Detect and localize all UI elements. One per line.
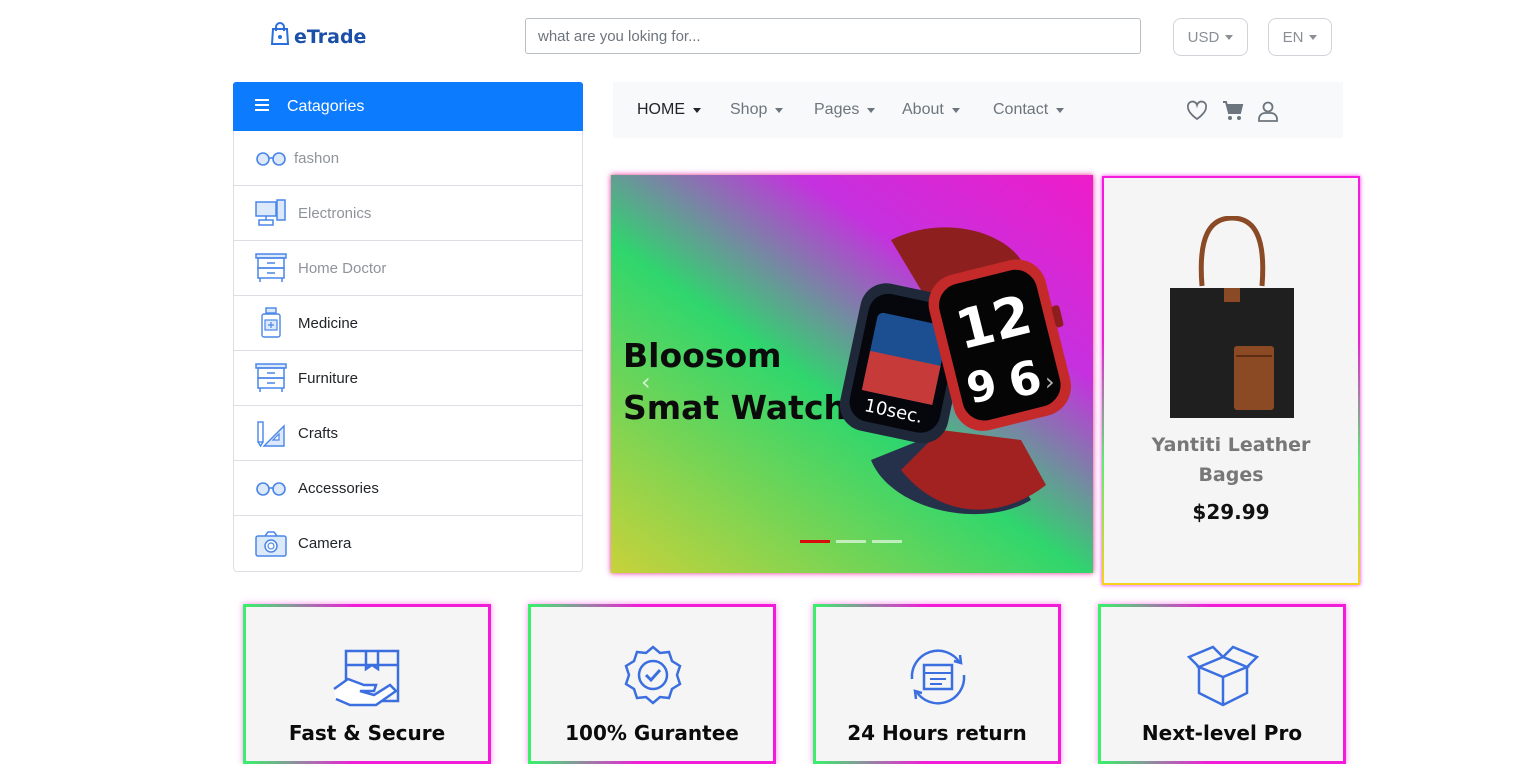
search-input[interactable] bbox=[525, 18, 1141, 54]
product-price: $29.99 bbox=[1192, 500, 1270, 524]
category-label: Crafts bbox=[298, 424, 339, 442]
chevron-down-icon bbox=[1309, 34, 1318, 40]
nav-label: Pages bbox=[814, 101, 860, 118]
category-item-camera[interactable]: Camera bbox=[234, 516, 582, 571]
category-label: Furniture bbox=[298, 369, 359, 387]
main-navbar: HOME Shop Pages About Contact bbox=[613, 82, 1343, 138]
feature-card-fast-secure: Fast & Secure bbox=[243, 604, 491, 764]
open-box-icon bbox=[1187, 645, 1259, 707]
hero-title-line1: Bloosom bbox=[623, 336, 782, 375]
product-name[interactable]: Yantiti Leather Bages bbox=[1104, 430, 1358, 490]
chevron-down-icon bbox=[867, 107, 876, 113]
category-item-furniture[interactable]: Furniture bbox=[234, 351, 582, 406]
feature-label: Fast & Secure bbox=[288, 721, 446, 745]
hero-title: Bloosom Smat Watch bbox=[623, 330, 847, 434]
carousel-next-icon[interactable]: › bbox=[1045, 368, 1055, 396]
shopping-bag-icon bbox=[270, 22, 290, 51]
feature-label: Next-level Pro bbox=[1141, 721, 1303, 745]
category-list: fashon Electronics Home Doctor Medicine … bbox=[233, 131, 583, 572]
secure-box-hand-icon bbox=[333, 649, 400, 707]
carousel-indicators bbox=[800, 540, 902, 543]
glasses-icon bbox=[254, 471, 288, 505]
chevron-down-icon bbox=[693, 107, 701, 113]
hero-carousel[interactable]: Bloosom Smat Watch 10sec. 12 9 6 ‹ › bbox=[611, 175, 1093, 573]
glasses-icon bbox=[254, 141, 288, 175]
carousel-indicator-1[interactable] bbox=[800, 540, 830, 543]
product-name-line1: Yantiti Leather bbox=[1151, 434, 1311, 456]
nav-item-shop[interactable]: Shop bbox=[730, 82, 784, 138]
category-item-home-doctor[interactable]: Home Doctor bbox=[234, 241, 582, 296]
category-item-crafts[interactable]: Crafts bbox=[234, 406, 582, 461]
camera-icon bbox=[254, 527, 288, 561]
logo-text: eTrade bbox=[294, 25, 367, 48]
nav-label: About bbox=[902, 101, 944, 118]
category-label: Medicine bbox=[298, 314, 359, 332]
menu-icon bbox=[255, 98, 269, 116]
hero-title-line2: Smat Watch bbox=[623, 388, 848, 427]
cart-icon[interactable] bbox=[1221, 99, 1245, 123]
nav-label: HOME bbox=[637, 101, 685, 118]
nav-label: Shop bbox=[730, 101, 768, 118]
category-label: Accessories bbox=[298, 479, 379, 497]
category-label: fashon bbox=[294, 149, 340, 167]
product-name-line2: Bages bbox=[1198, 464, 1264, 486]
feature-card-next-level-pro: Next-level Pro bbox=[1098, 604, 1346, 764]
ruler-pencil-icon bbox=[254, 416, 288, 450]
nav-item-home[interactable]: HOME bbox=[637, 82, 701, 138]
category-item-accessories[interactable]: Accessories bbox=[234, 461, 582, 516]
nav-item-contact[interactable]: Contact bbox=[993, 82, 1065, 138]
carousel-indicator-3[interactable] bbox=[872, 540, 902, 543]
user-icon[interactable] bbox=[1256, 99, 1280, 123]
category-label: Camera bbox=[298, 535, 352, 552]
category-label: Electronics bbox=[298, 204, 372, 222]
medicine-bottle-icon bbox=[254, 306, 288, 340]
leather-bag-image bbox=[1170, 216, 1294, 418]
language-value: EN bbox=[1282, 28, 1304, 46]
logo[interactable]: eTrade bbox=[270, 22, 366, 51]
feature-card-guarantee: 100% Gurantee bbox=[528, 604, 776, 764]
category-item-fashon[interactable]: fashon bbox=[234, 131, 582, 186]
feature-label: 100% Gurantee bbox=[565, 721, 739, 745]
categories-header[interactable]: Catagories bbox=[233, 82, 583, 131]
guarantee-badge-icon bbox=[624, 645, 682, 705]
nav-label: Contact bbox=[993, 101, 1049, 118]
currency-select[interactable]: USD bbox=[1173, 18, 1248, 56]
carousel-prev-icon[interactable]: ‹ bbox=[641, 368, 651, 396]
drawer-icon bbox=[254, 361, 288, 395]
chevron-down-icon bbox=[1225, 34, 1234, 40]
feature-card-24h-return: 24 Hours return bbox=[813, 604, 1061, 764]
chevron-down-icon bbox=[775, 107, 784, 113]
carousel-indicator-2[interactable] bbox=[836, 540, 866, 543]
category-label: Home Doctor bbox=[298, 259, 387, 277]
nav-item-pages[interactable]: Pages bbox=[814, 82, 876, 138]
categories-title: Catagories bbox=[287, 97, 365, 115]
feature-label: 24 Hours return bbox=[847, 721, 1027, 745]
chevron-down-icon bbox=[951, 107, 960, 113]
featured-product-card[interactable]: Yantiti Leather Bages $29.99 bbox=[1102, 176, 1360, 585]
return-box-icon bbox=[910, 649, 966, 705]
chevron-down-icon bbox=[1056, 107, 1065, 113]
smartwatch-image: 10sec. 12 9 6 bbox=[839, 227, 1071, 515]
language-select[interactable]: EN bbox=[1268, 18, 1332, 56]
computer-icon bbox=[254, 196, 288, 230]
category-item-medicine[interactable]: Medicine bbox=[234, 296, 582, 351]
drawer-icon bbox=[254, 251, 288, 285]
nav-item-about[interactable]: About bbox=[902, 82, 960, 138]
heart-icon[interactable] bbox=[1185, 99, 1209, 123]
currency-value: USD bbox=[1187, 28, 1220, 46]
category-item-electronics[interactable]: Electronics bbox=[234, 186, 582, 241]
